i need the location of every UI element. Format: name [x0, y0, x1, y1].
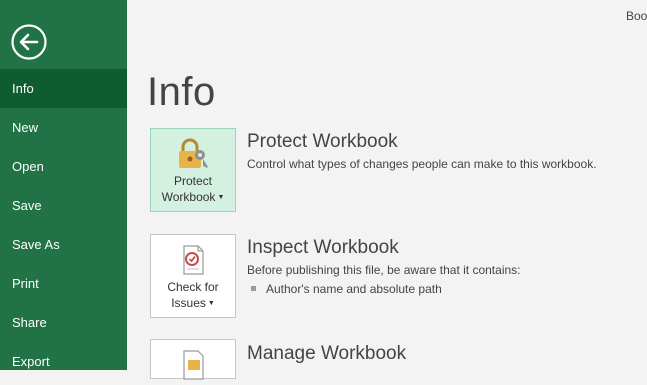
dropdown-caret-icon: ▼	[217, 194, 225, 201]
protect-tile-line1: Protect	[173, 174, 212, 188]
nav-item-share[interactable]: Share	[0, 303, 127, 342]
backstage-sidebar: Info New Open Save Save As Print Share E…	[0, 0, 127, 370]
check-for-issues-button[interactable]: Check for Issues ▼	[150, 234, 236, 318]
nav-item-info[interactable]: Info	[0, 69, 127, 108]
bullet-icon	[251, 286, 256, 291]
protect-workbook-heading: Protect Workbook	[247, 131, 398, 152]
inspect-workbook-heading: Inspect Workbook	[247, 237, 399, 258]
inspect-tile-line1: Check for	[167, 280, 219, 294]
check-for-issues-label: Check for Issues ▼	[151, 279, 235, 312]
info-pane: Boo Info Protect Workbook ▼ Protect Workb…	[127, 0, 647, 380]
protect-workbook-button[interactable]: Protect Workbook ▼	[150, 128, 236, 212]
manage-document-icon	[176, 348, 210, 385]
document-title: Boo	[626, 9, 647, 23]
page-title: Info	[147, 70, 216, 114]
list-item: Author's name and absolute path	[251, 282, 442, 296]
nav-item-open[interactable]: Open	[0, 147, 127, 186]
inspect-document-icon	[176, 243, 210, 280]
back-arrow-icon	[11, 24, 47, 60]
nav-item-export[interactable]: Export	[0, 342, 127, 381]
nav-item-print[interactable]: Print	[0, 264, 127, 303]
manage-workbook-heading: Manage Workbook	[247, 343, 407, 364]
lock-icon	[176, 137, 210, 174]
nav-item-save-as[interactable]: Save As	[0, 225, 127, 264]
manage-workbook-button[interactable]	[150, 339, 236, 380]
dropdown-caret-icon: ▼	[207, 300, 215, 307]
backstage-nav: Info New Open Save Save As Print Share E…	[0, 69, 127, 381]
inspect-workbook-description: Before publishing this file, be aware th…	[247, 263, 521, 277]
protect-workbook-description: Control what types of changes people can…	[247, 157, 597, 171]
protect-workbook-label: Protect Workbook ▼	[151, 173, 235, 206]
protect-tile-line2: Workbook	[161, 190, 216, 204]
inspect-bullet-text: Author's name and absolute path	[266, 282, 442, 296]
inspect-tile-line2: Issues	[171, 296, 206, 310]
back-button[interactable]	[10, 23, 48, 61]
nav-item-save[interactable]: Save	[0, 186, 127, 225]
nav-item-new[interactable]: New	[0, 108, 127, 147]
